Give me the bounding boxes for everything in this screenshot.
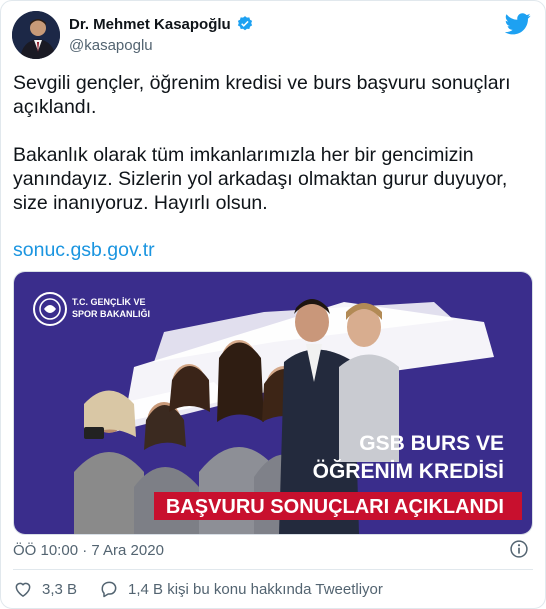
heart-icon — [15, 582, 31, 597]
tweet-paragraph-2: Bakanlık olarak tüm imkanlarımızla her b… — [13, 144, 508, 214]
avatar[interactable] — [12, 11, 60, 59]
tweet-paragraph-1: Sevgili gençler, öğrenim kredisi ve burs… — [13, 72, 511, 118]
tweet-timestamp[interactable]: ÖÖ 10:00 · 7 Ara 2020 — [13, 542, 164, 559]
logo-text-line2: SPOR BAKANLIĞI — [72, 308, 150, 319]
info-icon[interactable] — [509, 539, 529, 559]
like-button[interactable]: 3,3 B — [13, 579, 77, 599]
tweet-media-image[interactable]: T.C. GENÇLİK VE SPOR BAKANLIĞI GSB BURS … — [13, 271, 533, 535]
author-name[interactable]: Dr. Mehmet Kasapoğlu — [69, 16, 231, 33]
headline-line2: ÖĞRENİM KREDİSİ — [313, 459, 504, 483]
verified-badge-icon — [237, 16, 252, 31]
author-name-row[interactable]: Dr. Mehmet Kasapoğlu — [69, 15, 254, 33]
logo-text-line1: T.C. GENÇLİK VE — [72, 297, 146, 307]
divider — [13, 569, 533, 570]
author-handle[interactable]: @kasapoglu — [69, 37, 153, 54]
avatar-photo — [12, 11, 60, 59]
headline-line1: GSB BURS VE — [359, 432, 504, 455]
reply-text: 1,4 B kişi bu konu hakkında Tweetliyor — [128, 580, 383, 598]
like-count: 3,3 B — [42, 580, 78, 598]
tweet-link[interactable]: sonuc.gsb.gov.tr — [13, 239, 155, 262]
tweet-text: Sevgili gençler, öğrenim kredisi ve burs… — [13, 71, 528, 239]
reply-button[interactable]: 1,4 B kişi bu konu hakkında Tweetliyor — [99, 579, 383, 599]
tweet-actions: 3,3 B 1,4 B kişi bu konu hakkında Tweetl… — [13, 579, 383, 599]
reply-bubble-icon — [101, 581, 117, 598]
twitter-bird-icon[interactable] — [505, 13, 531, 35]
headline-line3: BAŞVURU SONUÇLARI AÇIKLANDI — [166, 496, 504, 518]
media-graphic: T.C. GENÇLİK VE SPOR BAKANLIĞI GSB BURS … — [14, 272, 532, 534]
tweet-card: Dr. Mehmet Kasapoğlu @kasapoglu Sevgili … — [0, 0, 546, 609]
